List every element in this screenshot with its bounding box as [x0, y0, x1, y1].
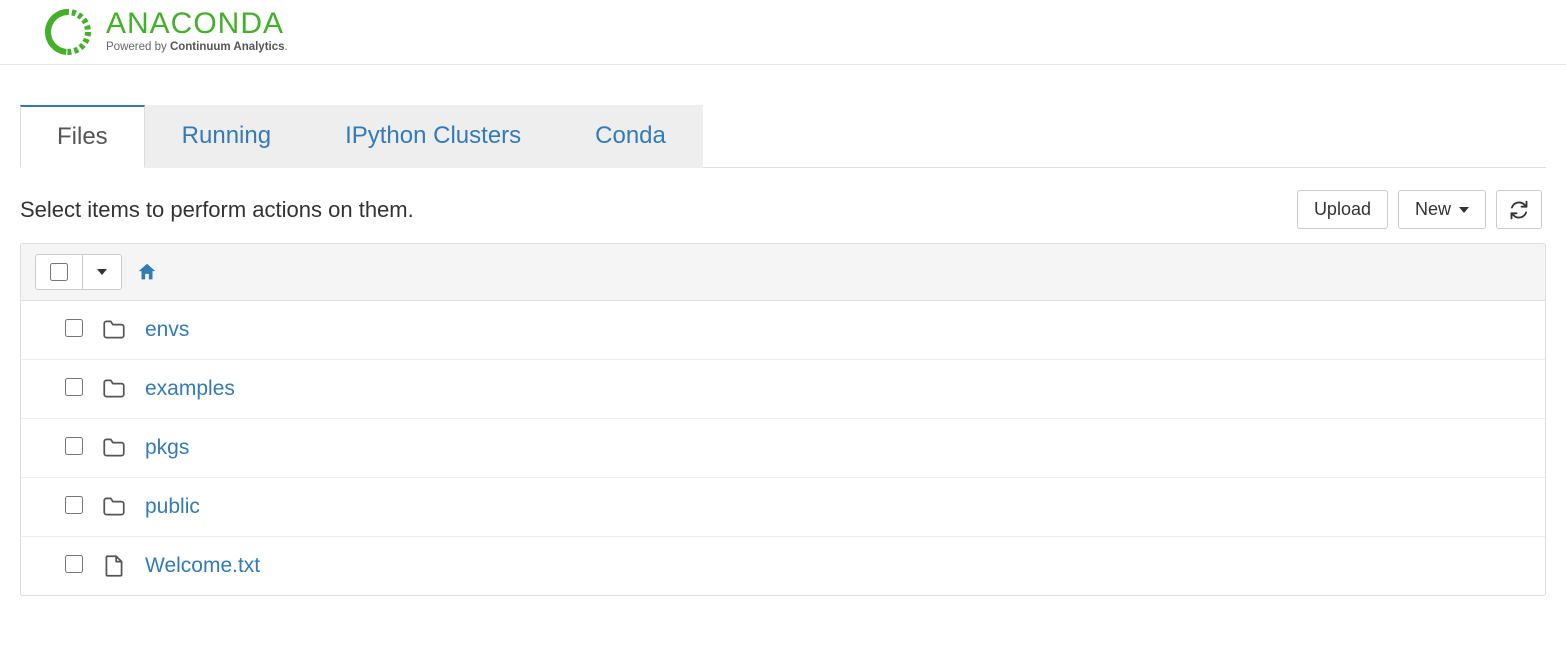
list-item: pkgs: [21, 418, 1545, 477]
caret-down-icon: [97, 269, 107, 275]
select-all-checkbox-cell[interactable]: [36, 255, 82, 289]
item-checkbox[interactable]: [65, 319, 83, 337]
item-link[interactable]: pkgs: [145, 436, 189, 460]
select-menu-toggle[interactable]: [82, 255, 121, 289]
brand-text: ANACONDA Powered by Continuum Analytics.: [106, 9, 288, 55]
listing-header: [21, 244, 1545, 301]
upload-button-label: Upload: [1314, 199, 1371, 220]
folder-icon: [101, 494, 127, 520]
folder-icon: [101, 376, 127, 402]
item-checkbox[interactable]: [65, 437, 83, 455]
anaconda-ring-icon: [42, 6, 94, 58]
item-checkbox[interactable]: [65, 378, 83, 396]
list-item: examples: [21, 359, 1545, 418]
folder-icon: [101, 317, 127, 343]
brand-name: ANACONDA: [106, 9, 288, 39]
folder-icon: [101, 435, 127, 461]
item-link[interactable]: examples: [145, 377, 235, 401]
tab-conda[interactable]: Conda: [558, 105, 703, 168]
item-checkbox[interactable]: [65, 496, 83, 514]
toolbar: Select items to perform actions on them.…: [20, 168, 1546, 243]
refresh-button[interactable]: [1496, 190, 1542, 229]
toolbar-message: Select items to perform actions on them.: [20, 197, 414, 223]
new-dropdown-button[interactable]: New: [1398, 190, 1486, 229]
new-button-label: New: [1415, 199, 1451, 220]
select-all-checkbox[interactable]: [50, 263, 68, 281]
brand-tagline: Powered by Continuum Analytics.: [106, 39, 288, 55]
refresh-icon: [1509, 200, 1529, 220]
item-link[interactable]: Welcome.txt: [145, 554, 260, 578]
item-link[interactable]: envs: [145, 318, 189, 342]
select-all-group: [35, 254, 122, 290]
upload-button[interactable]: Upload: [1297, 190, 1388, 229]
list-item: public: [21, 477, 1545, 536]
item-checkbox[interactable]: [65, 555, 83, 573]
tab-ipython-clusters[interactable]: IPython Clusters: [308, 105, 558, 168]
toolbar-buttons: Upload New: [1297, 190, 1542, 229]
caret-down-icon: [1459, 207, 1469, 213]
brand-logo[interactable]: ANACONDA Powered by Continuum Analytics.: [42, 6, 1566, 58]
file-listing: envs examples pkgs public Welcome.txt: [20, 243, 1546, 596]
tab-running[interactable]: Running: [145, 105, 308, 168]
breadcrumb-home[interactable]: [136, 261, 158, 283]
file-icon: [101, 553, 127, 579]
home-icon: [136, 261, 158, 283]
item-link[interactable]: public: [145, 495, 200, 519]
main-tabs: FilesRunningIPython ClustersConda: [20, 105, 1546, 168]
header-bar: ANACONDA Powered by Continuum Analytics.: [0, 0, 1566, 65]
list-item: Welcome.txt: [21, 536, 1545, 595]
tab-files[interactable]: Files: [20, 105, 145, 168]
list-item: envs: [21, 301, 1545, 359]
